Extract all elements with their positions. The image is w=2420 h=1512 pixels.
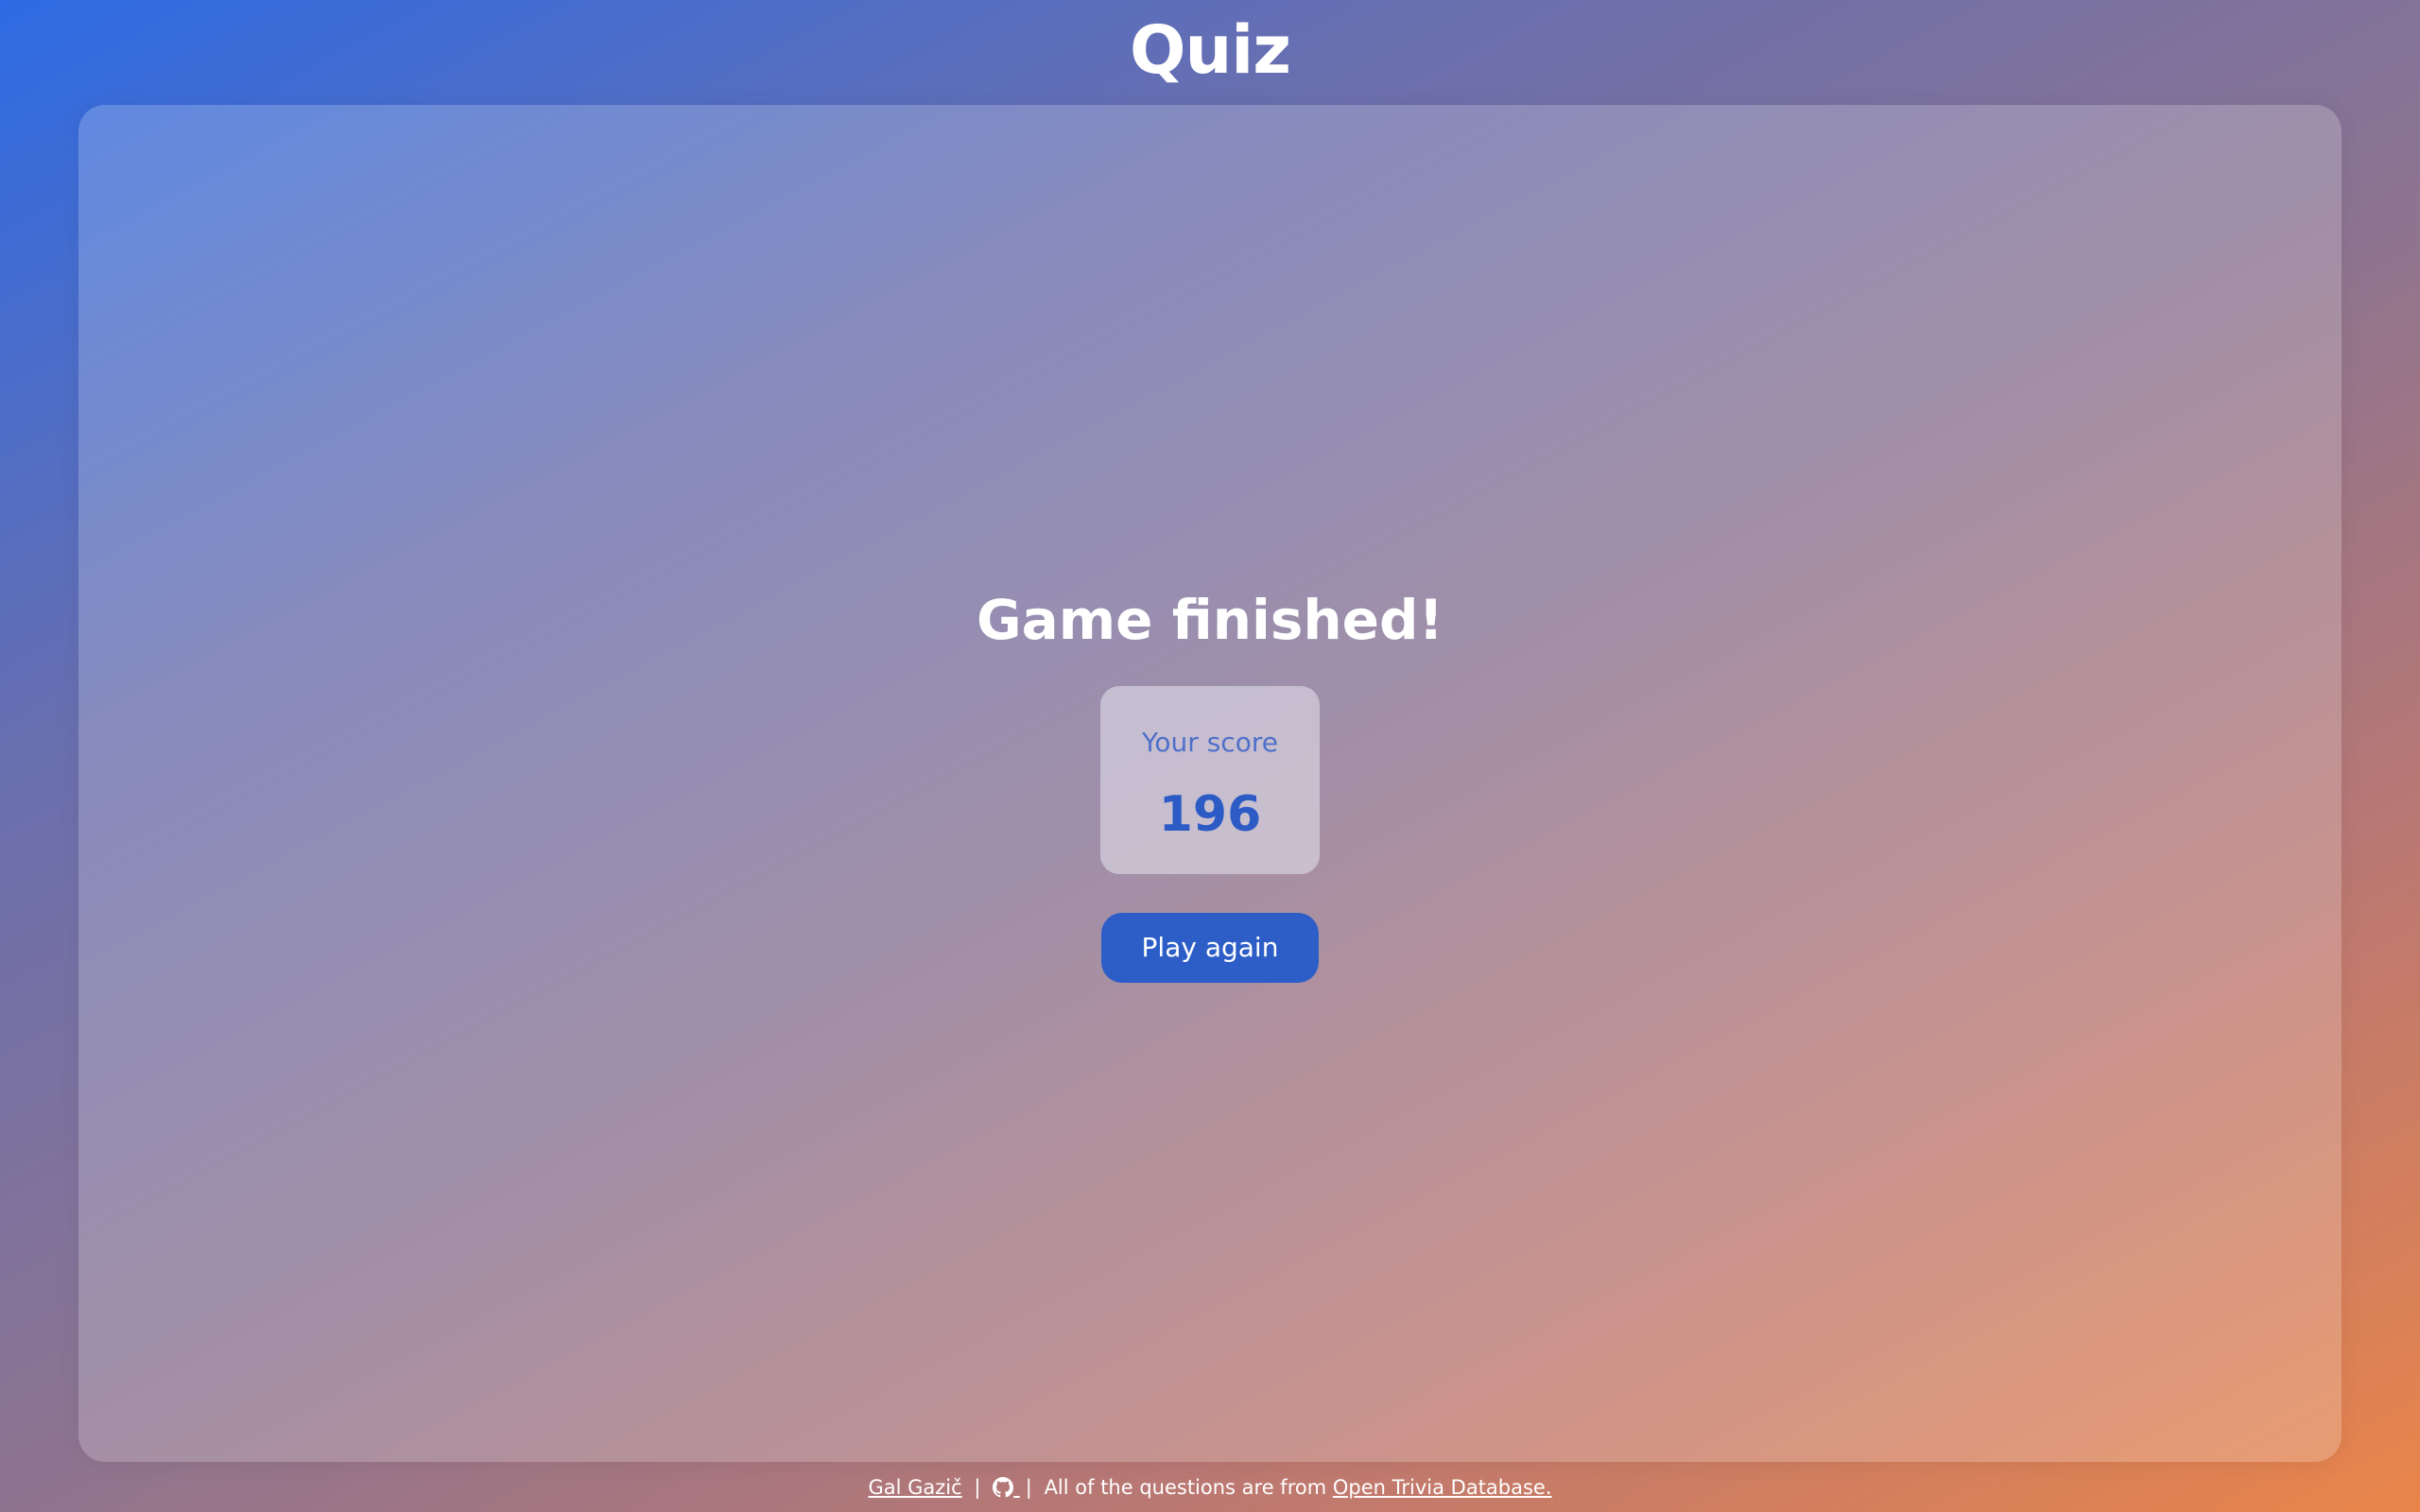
app-title: Quiz bbox=[1129, 11, 1291, 89]
score-value: 196 bbox=[1158, 786, 1262, 843]
score-box: Your score 196 bbox=[1100, 686, 1320, 874]
play-again-button[interactable]: Play again bbox=[1101, 913, 1319, 983]
open-trivia-link[interactable]: Open Trivia Database. bbox=[1333, 1476, 1552, 1499]
score-label: Your score bbox=[1142, 727, 1278, 758]
footer-separator-2: | bbox=[1025, 1476, 1032, 1499]
footer-separator: | bbox=[974, 1476, 981, 1499]
github-link[interactable] bbox=[993, 1476, 1020, 1499]
github-icon bbox=[993, 1477, 1014, 1498]
quiz-card: Game finished! Your score 196 Play again bbox=[78, 105, 2342, 1462]
footer: Gal Gazič | | All of the questions are f… bbox=[0, 1473, 2420, 1502]
author-link[interactable]: Gal Gazič bbox=[868, 1476, 961, 1499]
credit-text: All of the questions are from bbox=[1044, 1476, 1327, 1499]
game-finished-heading: Game finished! bbox=[977, 588, 1443, 652]
